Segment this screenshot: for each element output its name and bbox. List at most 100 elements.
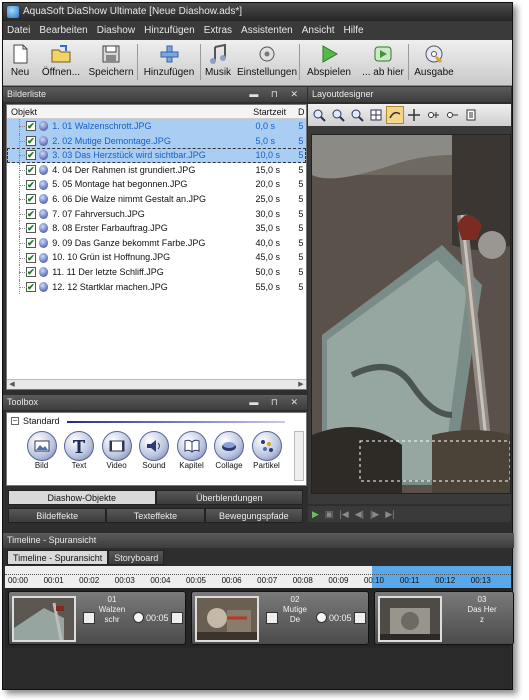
first-frame-icon[interactable]: |◀	[339, 509, 348, 520]
timeline-ruler[interactable]: 00:00 00:01 00:02 00:03 00:04 00:05 00:06 00:07…	[5, 566, 511, 588]
new-button[interactable]: Neu	[3, 40, 37, 84]
collapse-icon[interactable]: −	[11, 417, 19, 425]
column-starttime[interactable]: Startzeit	[253, 105, 298, 118]
item-starttime: 50,0 s	[255, 266, 280, 277]
image-file-icon	[38, 252, 49, 263]
column-object[interactable]: Objekt	[7, 105, 253, 118]
horizontal-scrollbar[interactable]: ◀ ▶	[7, 379, 306, 389]
point-remove-button[interactable]	[443, 106, 461, 124]
visibility-checkbox[interactable]: ✔	[26, 223, 36, 234]
list-item[interactable]: ✔ 12. 12 Startklar machen.JPG 55,0 s 5	[7, 279, 306, 295]
list-item[interactable]: ✔ 8. 08 Erster Farbauftrag.JPG 35,0 s 5	[7, 221, 306, 236]
save-label: Speichern	[88, 67, 134, 78]
list-item[interactable]: ✔ 3. 03 Das Herzstück wird sichtbar.JPG 10…	[7, 148, 306, 163]
visibility-checkbox[interactable]: ✔	[26, 150, 36, 161]
prev-frame-icon[interactable]: ◀|	[355, 509, 364, 520]
play-preview-icon[interactable]: ▶	[312, 509, 319, 520]
scroll-left-icon[interactable]: ◀	[7, 380, 17, 389]
tab-diashow-objekte[interactable]: Diashow-Objekte	[8, 490, 156, 505]
tool-label: Sound	[142, 461, 166, 470]
list-item[interactable]: ✔ 10. 10 Grün ist Hoffnung.JPG 45,0 s 5	[7, 250, 306, 265]
visibility-checkbox[interactable]: ✔	[26, 208, 36, 219]
menu-assistenten[interactable]: Assistenten	[241, 25, 293, 36]
menu-extras[interactable]: Extras	[204, 25, 232, 36]
tab-bewegungspfade[interactable]: Bewegungspfade	[204, 508, 303, 523]
tool-sound[interactable]: Sound	[136, 431, 173, 470]
toolbox-scrollbar[interactable]	[294, 431, 304, 481]
visibility-checkbox[interactable]: ✔	[26, 252, 36, 263]
play-from-here-button[interactable]: ... ab hier	[358, 40, 408, 84]
panel-controls[interactable]: ▬ ⊓ ✕	[249, 87, 303, 102]
tool-image[interactable]: Bild	[23, 431, 60, 470]
save-button[interactable]: Speichern	[85, 40, 137, 84]
visibility-checkbox[interactable]: ✔	[26, 194, 36, 205]
menu-hilfe[interactable]: Hilfe	[344, 25, 364, 36]
list-item[interactable]: ✔ 1. 01 Walzenschrott.JPG 0,0 s 5	[7, 119, 306, 134]
visibility-checkbox[interactable]: ✔	[26, 165, 36, 176]
tool-video[interactable]: Video	[98, 431, 135, 470]
ruler-line	[5, 574, 511, 575]
add-button[interactable]: Hinzufügen	[138, 40, 200, 84]
zoom-out-button[interactable]	[329, 106, 347, 124]
last-frame-icon[interactable]: ▶|	[385, 509, 394, 520]
image-file-icon	[38, 238, 49, 249]
loop-icon[interactable]: ▣	[325, 509, 334, 520]
open-button[interactable]: Öffnen...	[37, 40, 85, 84]
tool-text[interactable]: Text	[61, 431, 98, 470]
clip-transition-icon[interactable]	[171, 612, 183, 624]
zoom-fit-button[interactable]	[348, 106, 366, 124]
menu-bearbeiten[interactable]: Bearbeiten	[39, 25, 87, 36]
grid-button[interactable]	[367, 106, 385, 124]
visibility-checkbox[interactable]: ✔	[26, 121, 36, 132]
ruler-tick-label: 00:13	[470, 576, 491, 585]
tab-texteffekte[interactable]: Texteffekte	[106, 508, 205, 523]
timeline-clip[interactable]: 01 Walzenschr 00:05	[8, 591, 186, 645]
tab-bildeffekte[interactable]: Bildeffekte	[8, 508, 107, 523]
toolbox-section-standard[interactable]: − Standard	[11, 416, 60, 426]
timeline-clip[interactable]: 02 Mutige De 00:05	[191, 591, 369, 645]
clip-effect-icon[interactable]	[266, 612, 278, 624]
column-duration[interactable]: D	[298, 105, 306, 118]
list-item[interactable]: ✔ 5. 05 Montage hat begonnen.JPG 20,0 s 5	[7, 177, 306, 192]
panel-controls[interactable]: ▬ ⊓ ✕	[249, 395, 303, 410]
item-duration: 5	[298, 179, 304, 190]
visibility-checkbox[interactable]: ✔	[26, 179, 36, 190]
settings-button[interactable]: Einstellungen	[235, 40, 299, 84]
clip-effect-icon[interactable]	[83, 612, 95, 624]
visibility-checkbox[interactable]: ✔	[26, 281, 36, 292]
properties-button[interactable]	[462, 106, 480, 124]
visibility-checkbox[interactable]: ✔	[26, 135, 36, 146]
scroll-right-icon[interactable]: ▶	[296, 380, 306, 389]
next-frame-icon[interactable]: |▶	[370, 509, 379, 520]
tab-storyboard[interactable]: Storyboard	[108, 550, 165, 565]
output-button[interactable]: Ausgabe	[409, 40, 459, 84]
timeline-clip[interactable]: 03 Das Herz	[374, 591, 514, 645]
list-item[interactable]: ✔ 9. 09 Das Ganze bekommt Farbe.JPG 40,0 s…	[7, 235, 306, 251]
clip-transition-icon[interactable]	[354, 612, 366, 624]
list-item[interactable]: ✔ 2. 02 Mutige Demontage.JPG 5,0 s 5	[7, 133, 306, 149]
path-tool-button[interactable]	[386, 106, 404, 124]
tab-ueberblendungen[interactable]: Überblendungen	[155, 490, 303, 505]
point-add-button[interactable]	[424, 106, 442, 124]
music-button[interactable]: Musik	[201, 40, 235, 84]
list-item[interactable]: ✔ 7. 07 Fahrversuch.JPG 30,0 s 5	[7, 206, 306, 222]
tool-chapter[interactable]: Kapitel	[173, 431, 210, 470]
menu-hinzufuegen[interactable]: Hinzufügen	[144, 25, 195, 36]
play-button[interactable]: Abspielen	[300, 40, 358, 84]
preview-photo[interactable]	[311, 134, 511, 494]
zoom-in-button[interactable]	[310, 106, 328, 124]
menu-datei[interactable]: Datei	[7, 25, 30, 36]
window-title: AquaSoft DiaShow Ultimate [Neue Diashow.…	[23, 6, 243, 17]
item-starttime: 45,0 s	[255, 252, 280, 263]
list-item[interactable]: ✔ 6. 06 Die Walze nimmt Gestalt an.JPG 25,…	[7, 191, 306, 207]
tool-particle[interactable]: Partikel	[248, 431, 285, 470]
tab-timeline-spuransicht[interactable]: Timeline - Spuransicht	[7, 550, 109, 565]
list-item[interactable]: ✔ 11. 11 Der letzte Schliff.JPG 50,0 s 5	[7, 264, 306, 280]
list-item[interactable]: ✔ 4. 04 Der Rahmen ist grundiert.JPG 15,0 …	[7, 162, 306, 178]
visibility-checkbox[interactable]: ✔	[26, 238, 36, 249]
menu-ansicht[interactable]: Ansicht	[302, 25, 335, 36]
move-tool-button[interactable]	[405, 106, 423, 124]
tool-collage[interactable]: Collage	[211, 431, 248, 470]
menu-diashow[interactable]: Diashow	[97, 25, 135, 36]
visibility-checkbox[interactable]: ✔	[26, 267, 36, 278]
